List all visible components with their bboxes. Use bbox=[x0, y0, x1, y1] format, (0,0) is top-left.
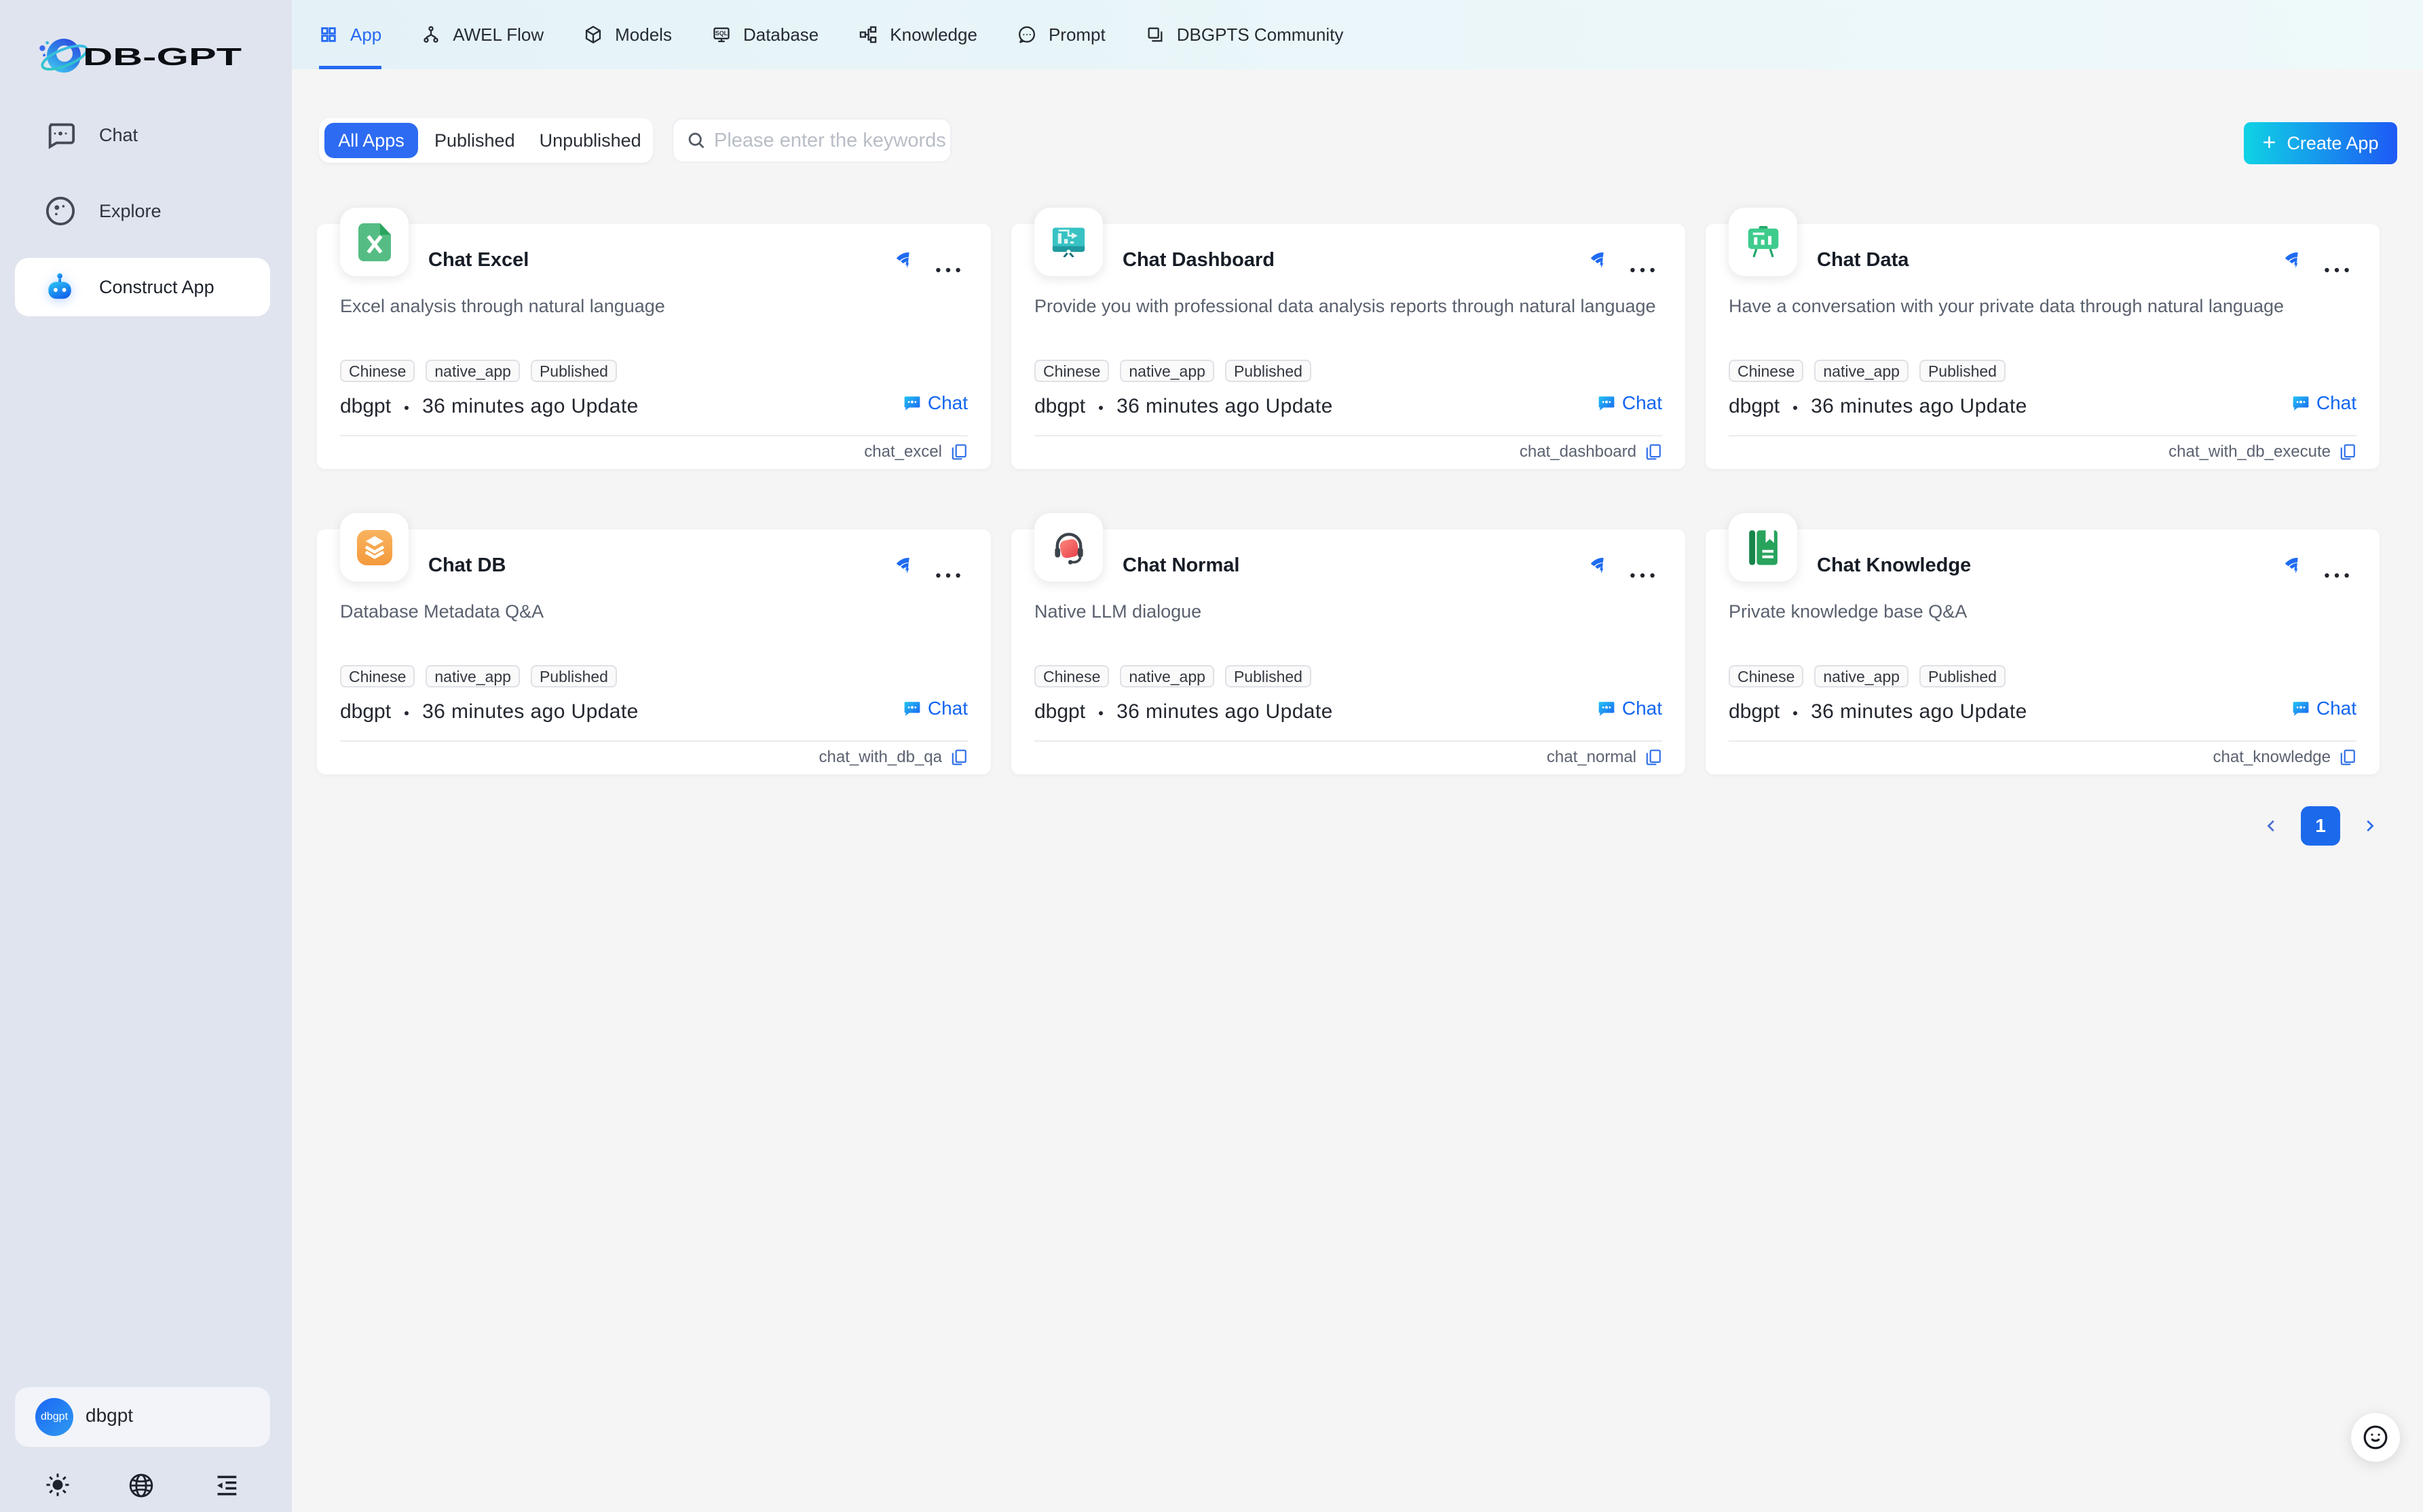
svg-text:DB-GPT: DB-GPT bbox=[83, 43, 242, 71]
svg-text:SQL: SQL bbox=[715, 30, 728, 37]
